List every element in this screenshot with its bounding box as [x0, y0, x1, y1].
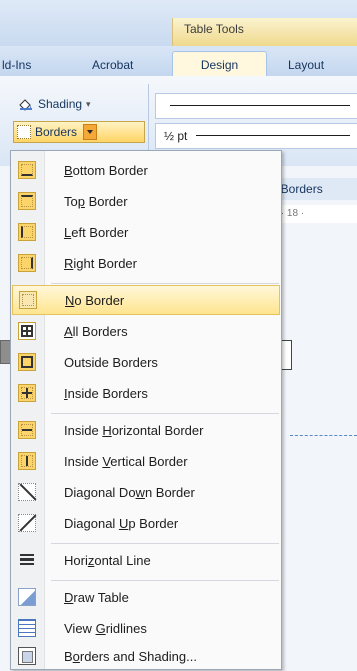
menu-separator [51, 413, 279, 414]
menu-separator [51, 543, 279, 544]
borders-label: Borders [35, 125, 78, 139]
shading-label: Shading [38, 97, 83, 111]
menu-item-view-gridlines[interactable]: View Gridlines [12, 613, 280, 643]
menu-item-label: Horizontal Line [64, 552, 151, 568]
chevron-down-icon: ▾ [86, 99, 91, 109]
menu-item-label: Borders and Shading... [64, 648, 197, 664]
line-weight-value: ½ pt [164, 129, 188, 143]
horizontal-line-icon [18, 551, 36, 569]
menu-item-label: Inside Borders [64, 385, 148, 401]
menu-separator [51, 580, 279, 581]
tab-layout[interactable]: Layout [288, 58, 324, 72]
menu-item-borders-and-shading[interactable]: Borders and Shading... [12, 641, 280, 671]
menu-item-label: Diagonal Down Border [64, 484, 195, 500]
tab-design[interactable]: Design [172, 51, 267, 78]
all-borders-icon [18, 322, 36, 340]
inside-vertical-border-icon [18, 452, 36, 470]
shading-button[interactable]: Shading ▾ [14, 94, 97, 114]
menu-item-label: Inside Vertical Border [64, 453, 188, 469]
borders-and-shading-icon [18, 647, 36, 665]
menu-item-left-border[interactable]: Left Border [12, 217, 280, 247]
menu-item-outside-borders[interactable]: Outside Borders [12, 347, 280, 377]
menu-item-label: Inside Horizontal Border [64, 422, 204, 438]
left-border-icon [18, 223, 36, 241]
menu-item-diagonal-up-border[interactable]: Diagonal Up Border [12, 508, 280, 538]
draw-table-icon [18, 588, 36, 606]
menu-item-draw-table[interactable]: Draw Table [12, 582, 280, 612]
menu-separator [51, 283, 279, 284]
menu-item-inside-vertical-border[interactable]: Inside Vertical Border [12, 446, 280, 476]
menu-item-inside-horizontal-border[interactable]: Inside Horizontal Border [12, 415, 280, 445]
menu-item-label: Right Border [64, 255, 137, 271]
paint-bucket-icon [18, 97, 34, 111]
line-style-selector[interactable] [155, 93, 357, 119]
menu-item-right-border[interactable]: Right Border [12, 248, 280, 278]
inside-horizontal-border-icon [18, 421, 36, 439]
diagonal-down-border-icon [18, 483, 36, 501]
menu-item-label: Bottom Border [64, 162, 148, 178]
right-border-icon [18, 254, 36, 272]
borders-icon [17, 125, 31, 139]
menu-item-all-borders[interactable]: All Borders [12, 316, 280, 346]
inside-borders-icon [18, 384, 36, 402]
borders-button[interactable]: Borders [13, 121, 145, 143]
bottom-border-icon [18, 161, 36, 179]
menu-item-label: No Border [65, 292, 125, 308]
table-gridline [290, 435, 357, 436]
menu-item-label: View Gridlines [64, 620, 147, 636]
tab-add-ins[interactable]: ld-Ins [2, 58, 31, 72]
view-gridlines-icon [18, 619, 36, 637]
menu-item-label: Diagonal Up Border [64, 515, 179, 531]
tab-acrobat[interactable]: Acrobat [92, 58, 133, 72]
borders-dropdown-arrow[interactable] [83, 124, 98, 140]
menu-item-diagonal-down-border[interactable]: Diagonal Down Border [12, 477, 280, 507]
top-border-icon [18, 192, 36, 210]
borders-dropdown-menu: Bottom Border Top Border Left Border Rig… [10, 150, 282, 670]
menu-item-horizontal-line[interactable]: Horizontal Line [12, 545, 280, 575]
menu-item-label: Draw Table [64, 589, 129, 605]
table-tools-label: Table Tools [184, 22, 244, 36]
menu-item-label: All Borders [64, 323, 128, 339]
diagonal-up-border-icon [18, 514, 36, 532]
line-weight-selector[interactable]: ½ pt [155, 123, 357, 149]
menu-item-top-border[interactable]: Top Border [12, 186, 280, 216]
menu-item-label: Left Border [64, 224, 129, 240]
menu-item-label: Outside Borders [64, 354, 158, 370]
no-border-icon [19, 291, 37, 309]
outside-borders-icon [18, 353, 36, 371]
ribbon-group-divider [148, 84, 149, 154]
menu-item-label: Top Border [64, 193, 128, 209]
menu-item-no-border[interactable]: No Border [12, 285, 280, 315]
menu-item-inside-borders[interactable]: Inside Borders [12, 378, 280, 408]
menu-item-bottom-border[interactable]: Bottom Border [12, 155, 280, 185]
